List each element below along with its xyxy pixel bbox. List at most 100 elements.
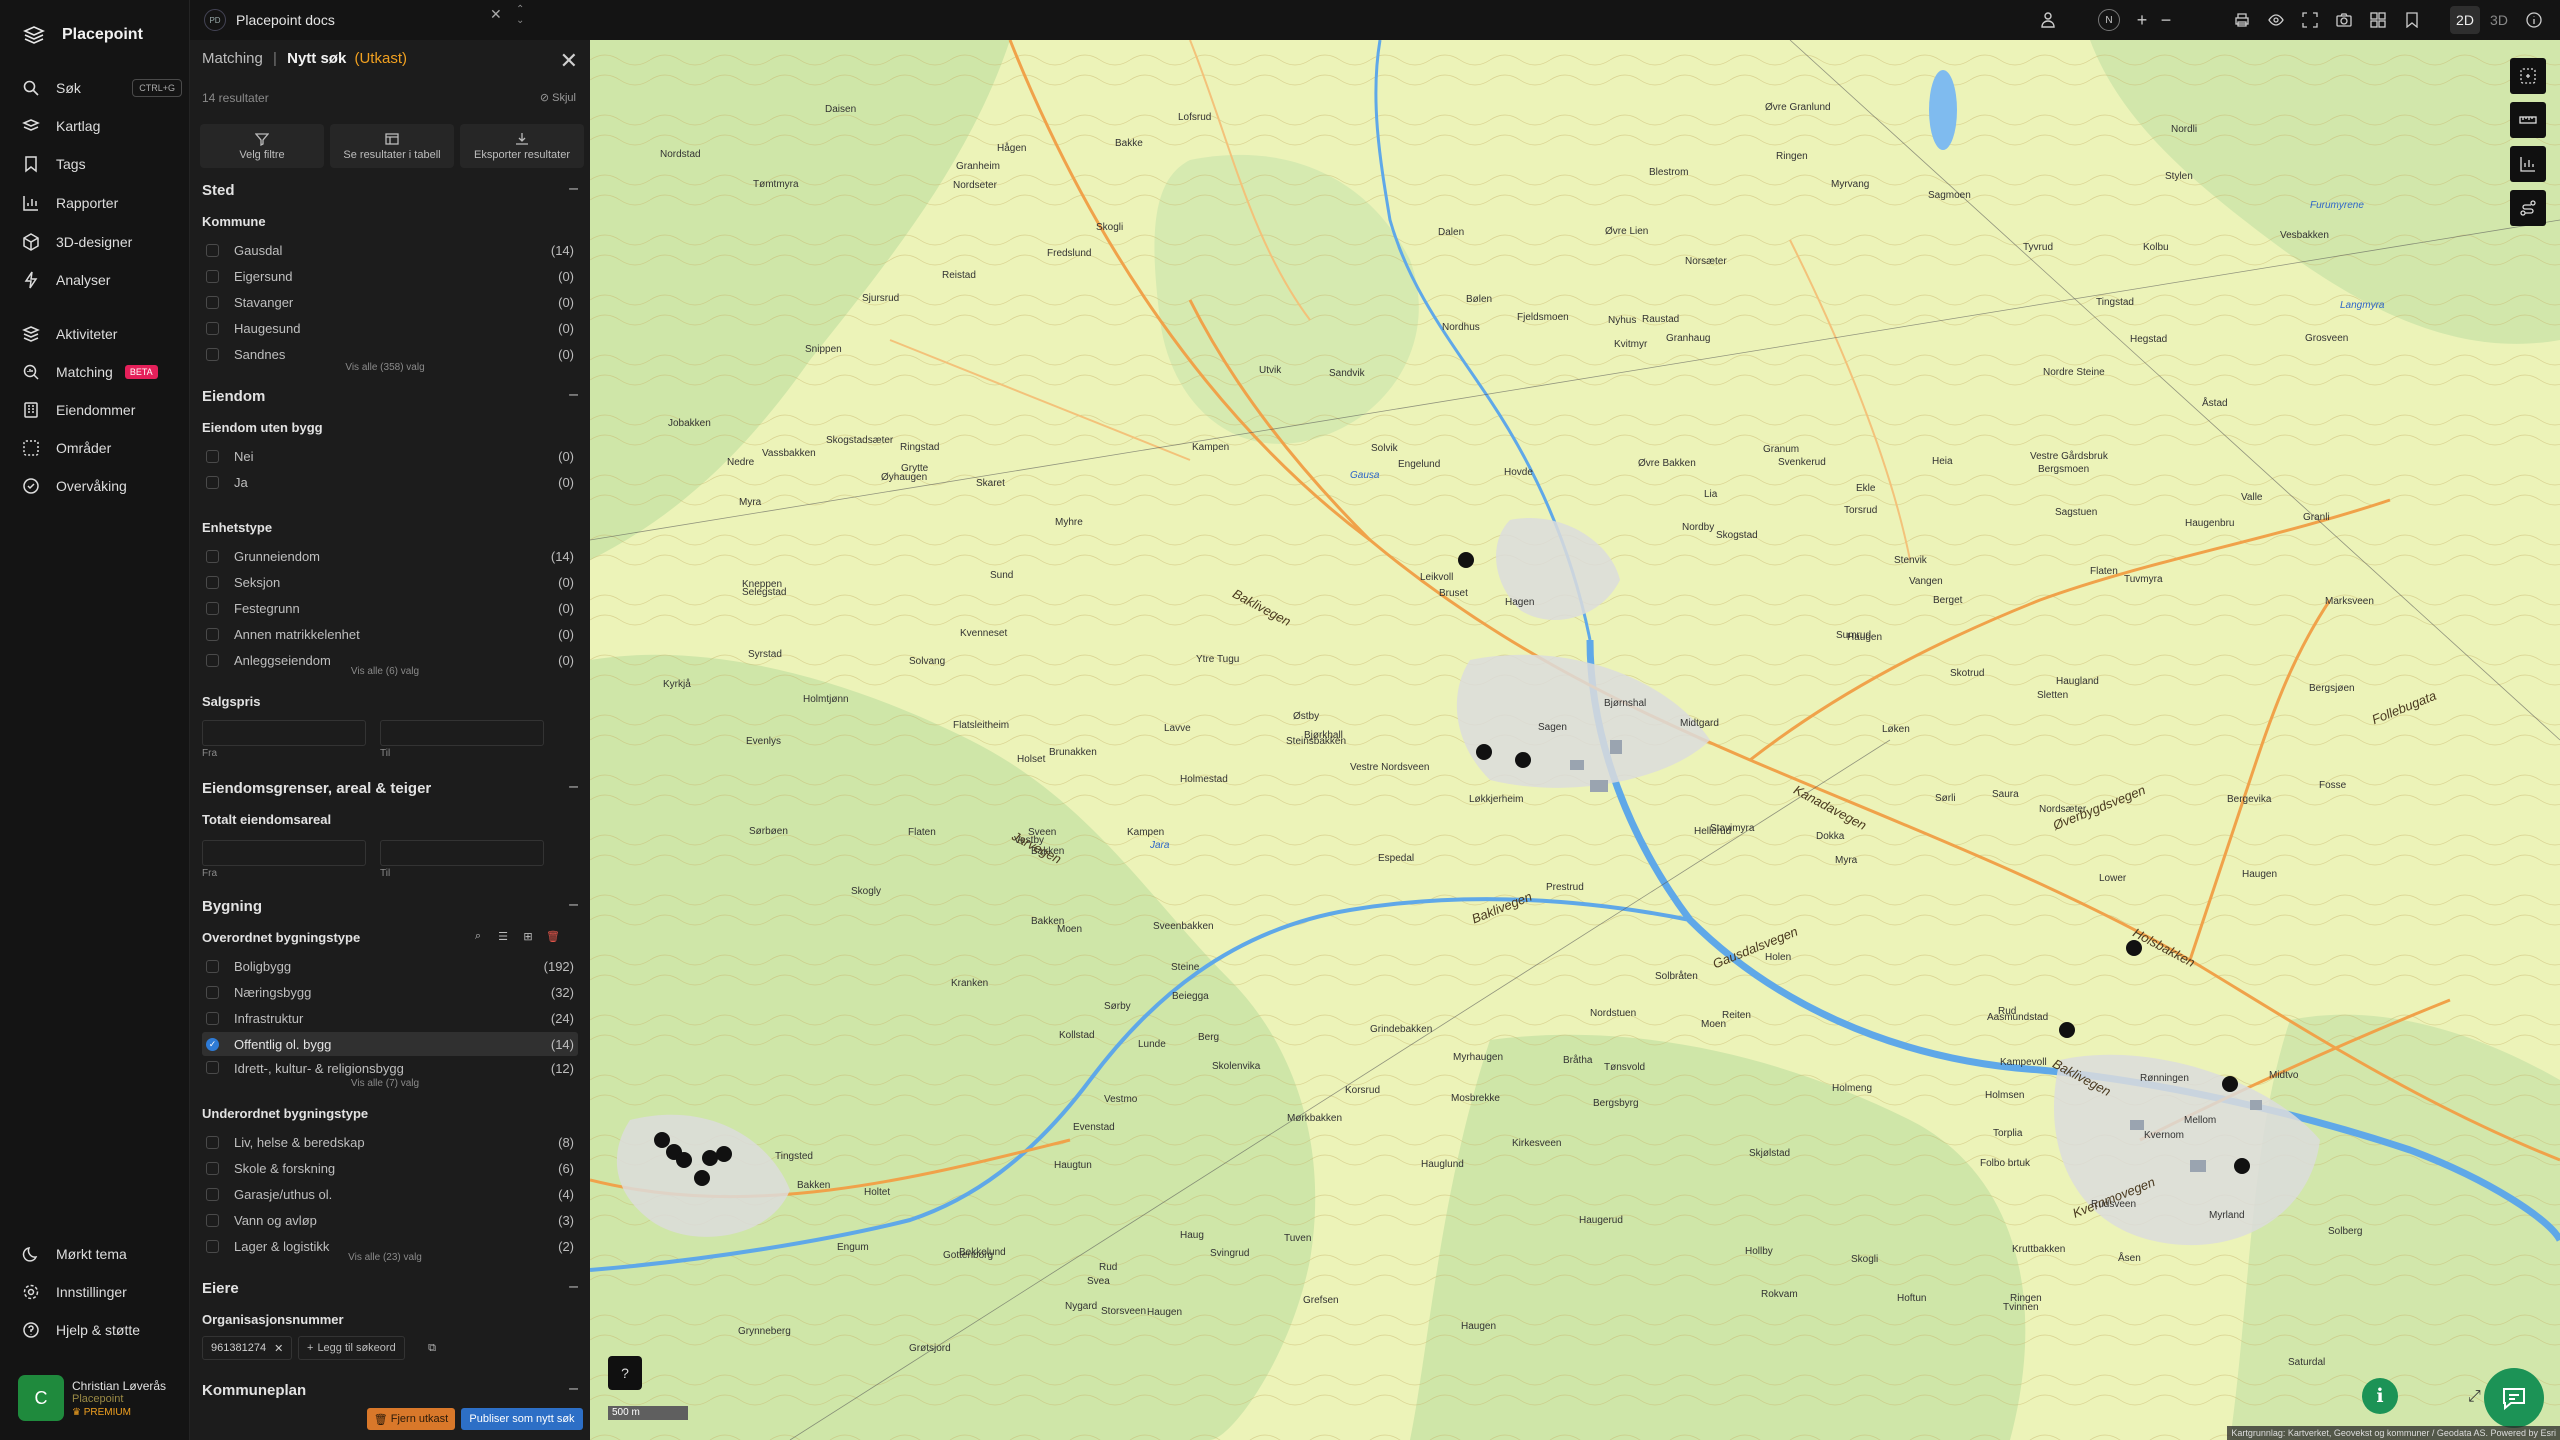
collapse-icon[interactable]: – — [569, 1278, 578, 1296]
nav-item-help[interactable]: Hjelp & støtte — [22, 1314, 182, 1346]
bookmark-icon[interactable] — [2402, 10, 2422, 30]
collapse-icon[interactable]: – — [569, 896, 578, 914]
chat-button[interactable] — [2484, 1368, 2544, 1428]
filter-row[interactable]: Seksjon (0) — [202, 570, 578, 594]
compass-north-icon[interactable]: N — [2098, 9, 2120, 31]
price-to-input[interactable] — [380, 720, 544, 746]
result-marker[interactable] — [2059, 1022, 2075, 1038]
checkbox[interactable] — [206, 549, 219, 563]
checkbox[interactable] — [206, 295, 219, 309]
checkbox[interactable] — [206, 1135, 219, 1149]
breadcrumb-matching[interactable]: Matching — [202, 50, 263, 67]
show-all-link[interactable]: Vis alle (358) valg — [190, 362, 580, 373]
nav-item-search[interactable]: Søk CTRL+G — [22, 72, 182, 104]
checkbox[interactable] — [206, 1161, 219, 1175]
nav-item-monitoring[interactable]: Overvåking — [22, 470, 182, 502]
choose-filters-button[interactable]: Velg filtre — [200, 124, 324, 168]
hide-button[interactable]: ⊘ Skjul — [540, 91, 576, 104]
map-chart-icon[interactable] — [2510, 146, 2546, 182]
nav-item-activities[interactable]: Aktiviteter — [22, 318, 182, 350]
checkbox[interactable] — [206, 601, 219, 615]
add-keyword-button[interactable]: + Legg til søkeord — [298, 1336, 405, 1360]
result-marker[interactable] — [2222, 1076, 2238, 1092]
filter-row[interactable]: Eigersund (0) — [202, 264, 578, 288]
publish-search-button[interactable]: Publiser som nytt søk — [461, 1408, 583, 1430]
topographic-map[interactable] — [590, 40, 2560, 1440]
checkbox[interactable] — [206, 959, 219, 973]
checkbox[interactable] — [206, 243, 219, 257]
filter-row[interactable]: Næringsbygg (32) — [202, 980, 578, 1004]
filter-row[interactable]: Skole & forskning (6) — [202, 1156, 578, 1180]
show-all-link[interactable]: Vis alle (23) valg — [190, 1252, 580, 1263]
checkbox-checked[interactable]: ✓ — [206, 1037, 219, 1051]
camera-icon[interactable] — [2334, 10, 2354, 30]
view-2d-button[interactable]: 2D — [2450, 6, 2480, 34]
fullscreen-icon[interactable] — [2300, 10, 2320, 30]
nav-item-3d-designer[interactable]: 3D-designer — [22, 226, 182, 258]
remove-chip-icon[interactable]: ✕ — [274, 1342, 283, 1355]
checkbox[interactable] — [206, 1213, 219, 1227]
nav-item-analyses[interactable]: Analyser — [22, 264, 182, 296]
zoom-in-icon[interactable]: + — [2132, 10, 2152, 30]
close-icon[interactable]: ✕ — [560, 50, 578, 72]
map-select-icon[interactable] — [2510, 58, 2546, 94]
print-icon[interactable] — [2232, 10, 2252, 30]
nav-item-areas[interactable]: Områder — [22, 432, 182, 464]
filter-row[interactable]: Boligbygg (192) — [202, 954, 578, 978]
filter-row[interactable]: Nei (0) — [202, 444, 578, 468]
filter-row[interactable]: Liv, helse & beredskap (8) — [202, 1130, 578, 1154]
tree-icon[interactable]: ⊞ — [520, 928, 536, 944]
nav-item-matching[interactable]: Matching BETA — [22, 356, 182, 388]
filter-row[interactable]: Ja (0) — [202, 470, 578, 494]
checkbox[interactable] — [206, 269, 219, 283]
checkbox[interactable] — [206, 321, 219, 335]
checkbox[interactable] — [206, 1187, 219, 1201]
checkbox[interactable] — [206, 575, 219, 589]
section-eiere-title[interactable]: Eiere — [202, 1280, 239, 1297]
info-circle-icon[interactable] — [2524, 10, 2544, 30]
collapse-icon[interactable]: – — [569, 180, 578, 198]
show-all-link[interactable]: Vis alle (6) valg — [190, 666, 580, 677]
eye-icon[interactable] — [2266, 10, 2286, 30]
result-marker[interactable] — [654, 1132, 670, 1148]
checkbox[interactable] — [206, 985, 219, 999]
brand[interactable]: Placepoint — [22, 20, 143, 50]
chevron-updown-icon[interactable]: ⌃ ⌄ — [516, 4, 524, 26]
trash-icon[interactable]: 🗑 — [545, 928, 561, 944]
filter-row-selected[interactable]: ✓ Offentlig ol. bygg (14) — [202, 1032, 578, 1056]
result-marker[interactable] — [702, 1150, 718, 1166]
checkbox[interactable] — [206, 1011, 219, 1025]
expand-icon[interactable]: ⤢ — [2468, 1388, 2481, 1406]
filter-row[interactable]: Annen matrikkelenhet (0) — [202, 622, 578, 646]
nav-item-layers[interactable]: Kartlag — [22, 110, 182, 142]
user-location-icon[interactable] — [2038, 10, 2058, 30]
nav-item-settings[interactable]: Innstillinger — [22, 1276, 182, 1308]
collapse-icon[interactable]: – — [569, 1380, 578, 1398]
clear-workspace-icon[interactable]: ✕ — [490, 6, 502, 23]
nav-item-properties[interactable]: Eiendommer — [22, 394, 182, 426]
workspace-select[interactable]: PD Placepoint docs — [204, 5, 520, 35]
result-marker[interactable] — [2234, 1158, 2250, 1174]
filter-row[interactable]: Idrett-, kultur- & religionsbygg (12) — [202, 1058, 578, 1076]
result-marker[interactable] — [1515, 752, 1531, 768]
list-icon[interactable]: ☰ — [495, 928, 511, 944]
filter-row[interactable]: Grunneiendom (14) — [202, 544, 578, 568]
result-marker[interactable] — [1458, 552, 1474, 568]
question-icon[interactable]: ? — [608, 1356, 642, 1390]
checkbox[interactable] — [206, 449, 219, 463]
map-view[interactable]: Kvernom Midtvo Nordstuen Blestrom Holmeng Tor… — [590, 40, 2560, 1440]
filter-row[interactable]: Infrastruktur (24) — [202, 1006, 578, 1030]
checkbox[interactable] — [206, 1061, 219, 1074]
filter-row[interactable]: Garasje/uthus ol. (4) — [202, 1182, 578, 1206]
nav-item-tags[interactable]: Tags — [22, 148, 182, 180]
checkbox[interactable] — [206, 653, 219, 667]
area-from-input[interactable] — [202, 840, 366, 866]
map-route-icon[interactable] — [2510, 190, 2546, 226]
nav-item-dark-theme[interactable]: Mørkt tema — [22, 1238, 182, 1270]
show-all-link[interactable]: Vis alle (7) valg — [190, 1078, 580, 1089]
view-3d-button[interactable]: 3D — [2484, 6, 2514, 34]
result-marker[interactable] — [694, 1170, 710, 1186]
price-from-input[interactable] — [202, 720, 366, 746]
area-to-input[interactable] — [380, 840, 544, 866]
filter-row[interactable]: Gausdal (14) — [202, 238, 578, 262]
